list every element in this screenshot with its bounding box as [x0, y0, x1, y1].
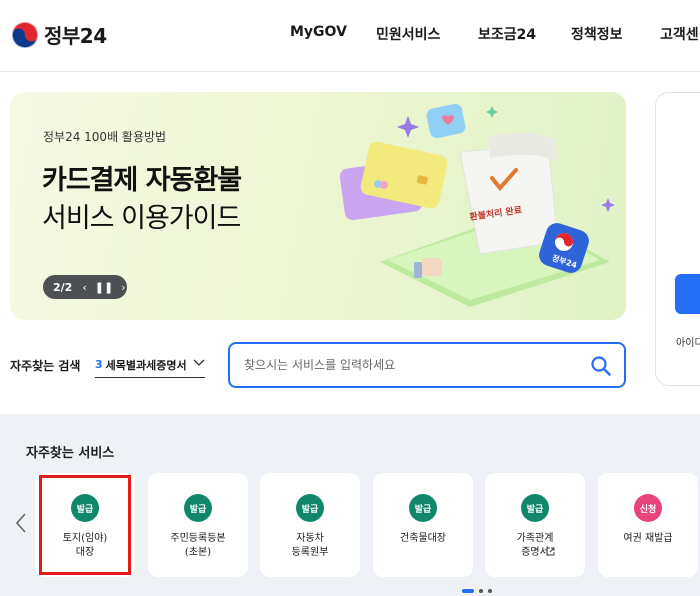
services-prev-icon[interactable] [14, 512, 28, 534]
nav-item-policy[interactable]: 정책정보 [571, 24, 623, 44]
popular-search-value: 세목별과세증명서 [105, 358, 187, 372]
find-id-link[interactable]: 아이디 [676, 334, 700, 349]
login-button[interactable] [675, 274, 700, 314]
service-label: 건축물대장 [400, 533, 446, 544]
main-nav: MyGOV 민원서비스 보조금24 정책정보 고객센 [0, 24, 700, 44]
nav-item-mygov[interactable]: MyGOV [290, 24, 347, 40]
service-card-family-relation[interactable]: 발급 가족관계 증명서 [485, 473, 585, 577]
nav-item-customer-center[interactable]: 고객센 [660, 24, 699, 44]
services-pagination [462, 589, 492, 593]
search-box [228, 342, 626, 388]
promo-banner[interactable]: 정부24 100배 활용방법 카드결제 자동환불 서비스 이용가이드 2/2 ‹… [10, 92, 626, 320]
service-badge: 발급 [296, 494, 324, 522]
popular-search-select[interactable]: 3 세목별과세증명서 [95, 352, 205, 378]
banner-subtitle: 정부24 100배 활용방법 [43, 130, 167, 144]
banner-pager: 2/2 ‹ ❚❚ › [43, 275, 127, 299]
service-label: 주민등록등본 (초본) [170, 533, 226, 558]
banner-pause-icon[interactable]: ❚❚ [95, 281, 113, 294]
refund-illustration: 환불처리 완료 정부24 [339, 103, 615, 307]
service-badge: 발급 [521, 494, 549, 522]
popular-search-rank: 3 [95, 358, 103, 371]
service-badge: 발급 [184, 494, 212, 522]
service-card-resident-register[interactable]: 발급 주민등록등본 (초본) [148, 473, 248, 577]
pagination-dot[interactable] [488, 589, 492, 593]
service-card-building-register[interactable]: 발급 건축물대장 [373, 473, 473, 577]
nav-item-subsidy[interactable]: 보조금24 [478, 24, 536, 44]
highlight-box [39, 475, 131, 575]
banner-page-indicator: 2/2 [53, 280, 73, 294]
service-badge: 발급 [409, 494, 437, 522]
service-label: 자동차 등록원부 [291, 533, 329, 558]
banner-title-line2: 서비스 이용가이드 [42, 203, 241, 234]
frequent-services-title: 자주찾는 서비스 [26, 446, 115, 461]
search-input[interactable] [244, 355, 574, 375]
banner-prev-icon[interactable]: ‹ [82, 281, 86, 294]
service-badge: 신청 [634, 494, 662, 522]
service-label: 여권 재발급 [623, 533, 673, 544]
popular-search-label: 자주찾는 검색 [10, 359, 81, 373]
search-button[interactable] [590, 355, 612, 377]
pagination-dot-active[interactable] [462, 589, 474, 593]
pagination-dot[interactable] [479, 589, 483, 593]
banner-next-icon[interactable]: › [121, 281, 125, 294]
search-icon [591, 356, 611, 376]
external-link-icon [546, 547, 555, 556]
chevron-down-icon [193, 359, 205, 366]
service-label: 가족관계 증명서 [516, 533, 554, 558]
service-card-passport-reissue[interactable]: 신청 여권 재발급 [598, 473, 698, 577]
banner-title-line1: 카드결제 자동환불 [42, 165, 242, 196]
nav-item-civil-service[interactable]: 민원서비스 [376, 24, 440, 44]
service-card-vehicle-register[interactable]: 발급 자동차 등록원부 [260, 473, 360, 577]
site-header: 정부24 MyGOV 민원서비스 보조금24 정책정보 고객센 [0, 0, 700, 72]
